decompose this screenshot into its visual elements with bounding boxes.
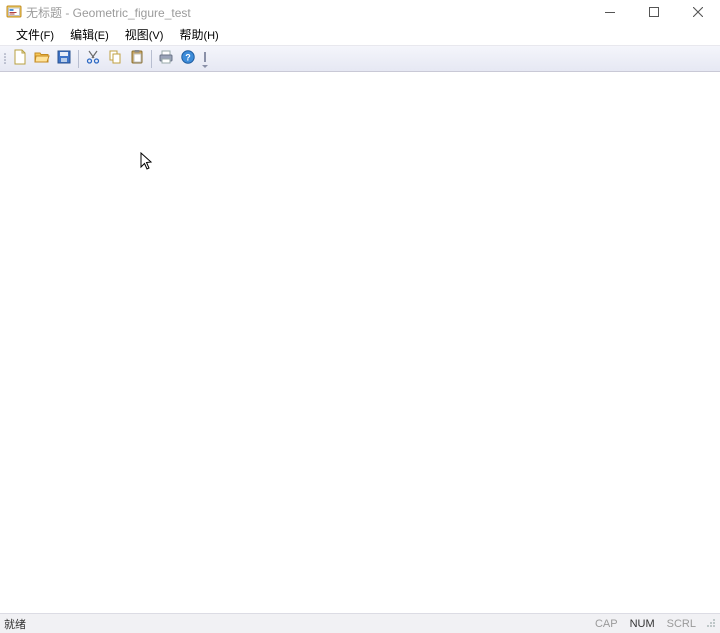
menu-help-label: 帮助 [179,28,203,42]
new-file-icon [12,49,28,68]
paste-button[interactable] [126,48,148,70]
save-file-button[interactable] [53,48,75,70]
menu-file[interactable]: 文件(F) [8,24,62,45]
window-title: 无标题 - Geometric_figure_test [26,4,191,21]
print-icon [158,49,174,68]
new-file-button[interactable] [9,48,31,70]
app-window: 无标题 - Geometric_figure_test 文件(F) 编辑(E) … [0,0,720,633]
save-floppy-icon [56,49,72,68]
copy-icon [107,49,123,68]
menubar: 文件(F) 编辑(E) 视图(V) 帮助(H) [0,24,720,46]
titlebar: 无标题 - Geometric_figure_test [0,0,720,24]
minimize-button[interactable] [588,0,632,24]
menu-help[interactable]: 帮助(H) [171,24,226,45]
menu-file-accel: (F) [40,30,54,42]
status-scrl: SCRL [661,618,702,630]
toolbar: ? [0,46,720,72]
app-icon [6,4,22,20]
copy-button[interactable] [104,48,126,70]
svg-text:?: ? [185,53,191,63]
document-canvas[interactable] [0,72,720,613]
menu-edit-label: 编辑 [70,28,94,42]
menu-view-label: 视图 [125,28,149,42]
cut-scissors-icon [85,49,101,68]
menu-edit[interactable]: 编辑(E) [62,24,117,45]
mouse-cursor-icon [140,152,154,172]
menu-help-accel: (H) [203,30,218,42]
toolbar-overflow-icon[interactable] [202,48,208,70]
toolbar-separator [151,50,152,68]
open-file-button[interactable] [31,48,53,70]
paste-clipboard-icon [129,49,145,68]
resize-grip-icon[interactable] [702,616,716,631]
maximize-button[interactable] [632,0,676,24]
cut-button[interactable] [82,48,104,70]
status-num: NUM [624,618,661,630]
menu-file-label: 文件 [16,28,40,42]
print-button[interactable] [155,48,177,70]
toolbar-grip-icon [2,49,8,69]
help-about-button[interactable]: ? [177,48,199,70]
close-button[interactable] [676,0,720,24]
toolbar-separator [78,50,79,68]
help-question-icon: ? [180,49,196,68]
open-folder-icon [34,49,50,68]
status-cap: CAP [589,618,624,630]
menu-view[interactable]: 视图(V) [117,24,172,45]
menu-edit-accel: (E) [94,30,109,42]
statusbar: 就绪 CAP NUM SCRL [0,613,720,633]
status-ready: 就绪 [4,616,26,632]
menu-view-accel: (V) [149,30,164,42]
